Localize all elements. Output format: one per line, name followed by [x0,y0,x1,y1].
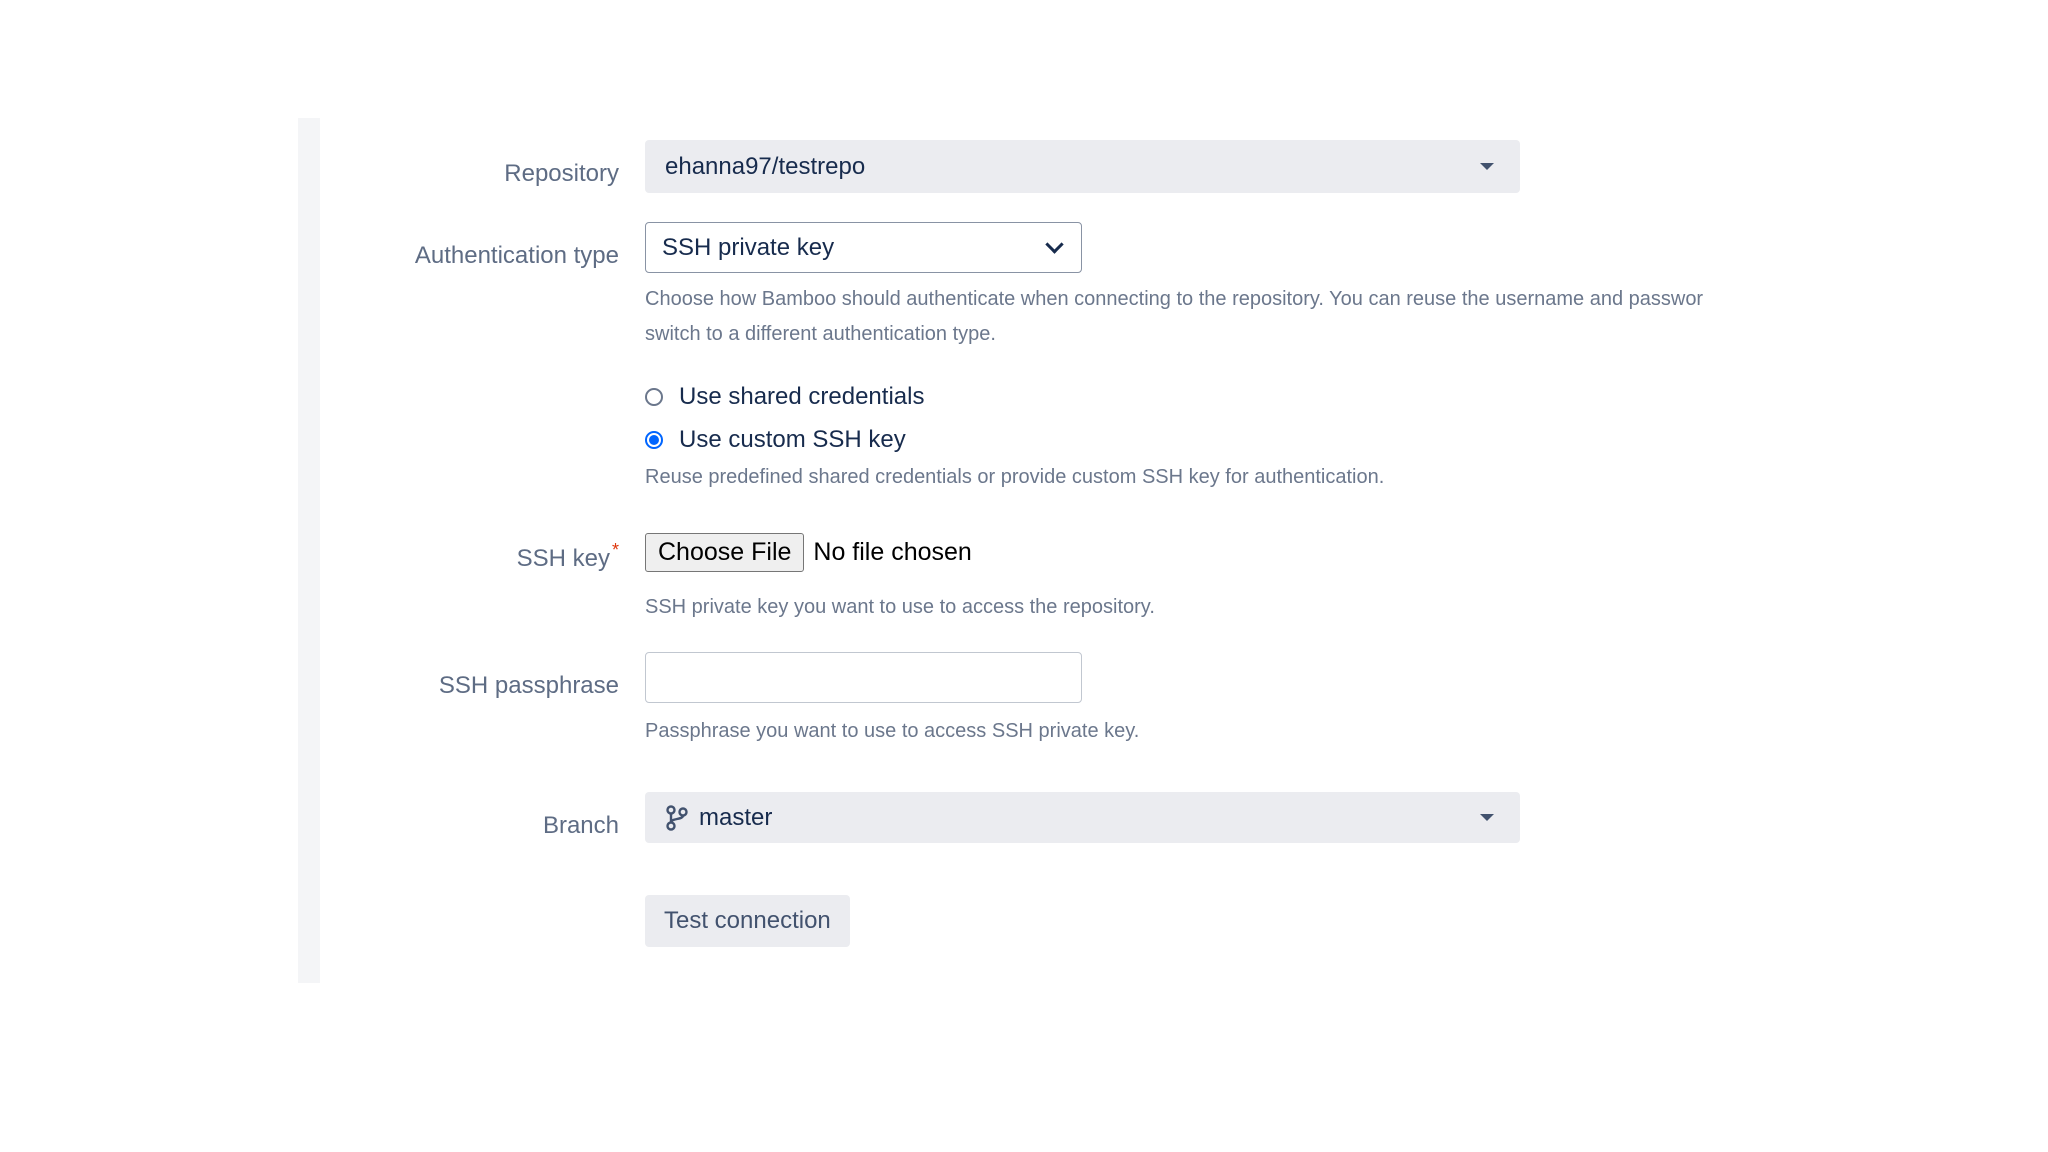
branch-value: master [699,803,773,831]
ssh-key-help: SSH private key you want to use to acces… [645,596,1155,618]
repository-settings-form: Repository ehanna97/testrepo Authenticat… [0,0,2048,1152]
auth-type-select[interactable]: SSH private key [645,222,1082,273]
auth-type-value: SSH private key [662,233,835,261]
auth-type-help-line1: Choose how Bamboo should authenticate wh… [645,288,1704,310]
ssh-key-label-text: SSH key [516,545,610,572]
auth-type-label: Authentication type [414,242,619,269]
branch-icon [666,804,688,831]
radio-shared-credentials[interactable]: Use shared credentials [645,383,924,411]
radio-checked-icon[interactable] [645,431,663,449]
chevron-down-icon [1045,235,1064,254]
required-marker: * [611,540,619,560]
auth-type-help-line2: switch to a different authentication typ… [645,323,996,345]
ssh-passphrase-help: Passphrase you want to use to access SSH… [645,720,1140,742]
radio-shared-credentials-label: Use shared credentials [679,383,925,410]
test-connection-button[interactable]: Test connection [645,895,850,947]
radio-custom-ssh-key-label: Use custom SSH key [679,426,906,453]
caret-down-icon [1480,163,1494,170]
ssh-key-file-input[interactable]: Choose File No file chosen [645,533,972,572]
repository-select[interactable]: ehanna97/testrepo [645,140,1520,193]
file-status: No file chosen [813,538,972,566]
credentials-help: Reuse predefined shared credentials or p… [645,466,1385,488]
branch-select[interactable]: master [645,792,1520,843]
choose-file-button[interactable]: Choose File [645,533,805,572]
caret-down-icon [1480,814,1494,821]
ssh-key-label: SSH key * [516,540,619,573]
radio-unchecked-icon[interactable] [645,388,663,406]
left-divider [298,118,320,983]
radio-custom-ssh-key[interactable]: Use custom SSH key [645,426,906,454]
repository-label: Repository [504,160,619,187]
ssh-passphrase-label: SSH passphrase [438,672,619,699]
branch-label: Branch [542,812,619,839]
repository-value: ehanna97/testrepo [665,152,866,180]
ssh-passphrase-input[interactable] [645,652,1082,703]
